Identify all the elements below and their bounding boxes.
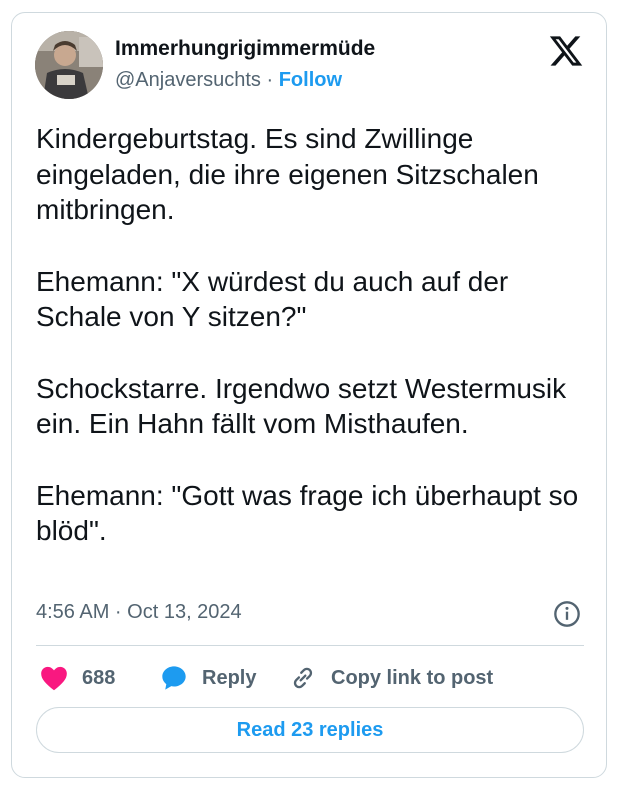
read-replies-button[interactable]: Read 23 replies [36, 707, 584, 753]
copy-link-button[interactable]: Copy link to post [289, 661, 493, 695]
link-icon [293, 667, 313, 689]
like-count: 688 [82, 666, 116, 689]
separator: · [266, 69, 274, 91]
divider [36, 645, 584, 646]
reply-button[interactable]: Reply [160, 661, 256, 695]
copy-link-label: Copy link to post [331, 666, 494, 689]
handle[interactable]: @Anjaversuchts [115, 69, 261, 91]
read-replies-label: Read 23 replies [236, 718, 384, 741]
tweet-text: Kindergeburtstag. Es sind Zwillinge eing… [36, 121, 596, 585]
handle-row: @Anjaversuchts · Follow [115, 69, 342, 92]
info-icon[interactable] [553, 600, 581, 628]
reply-bubble-icon [162, 666, 186, 690]
timestamp[interactable]: 4:56 AM · Oct 13, 2024 [36, 601, 242, 624]
x-logo-icon[interactable] [548, 33, 584, 69]
display-name[interactable]: Immerhungrigimmermüde [115, 37, 375, 61]
avatar[interactable] [35, 31, 103, 99]
tweet-paragraph: Schockstarre. Irgendwo setzt Westermusik… [36, 372, 567, 440]
tweet-paragraph: Ehemann: "Gott was frage ich überhaupt s… [36, 479, 579, 547]
heart-icon [41, 666, 67, 691]
follow-link[interactable]: Follow [279, 69, 342, 91]
tweet-paragraph: Ehemann: "X würdest du auch auf der Scha… [36, 265, 509, 333]
tweet-paragraph: Kindergeburtstag. Es sind Zwillinge eing… [36, 123, 539, 225]
reply-label: Reply [202, 666, 257, 689]
like-button[interactable]: 688 [40, 661, 115, 695]
